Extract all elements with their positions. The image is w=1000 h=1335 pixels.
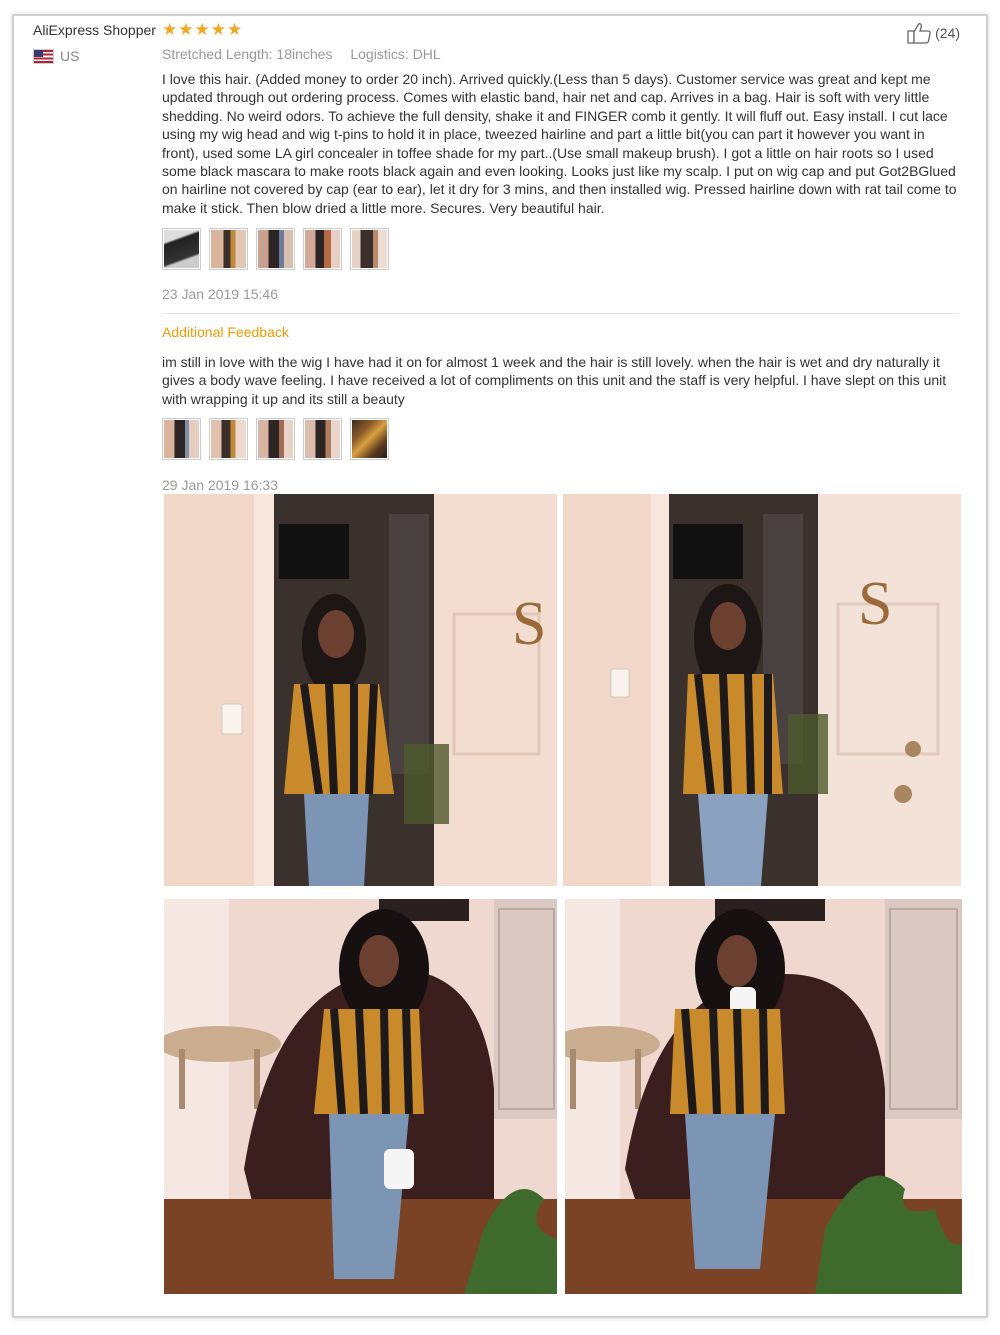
review-photo-large[interactable] bbox=[164, 899, 557, 1294]
review-photo-thumb[interactable] bbox=[162, 228, 201, 270]
review-photo-thumb[interactable] bbox=[303, 228, 342, 270]
review-photo-thumb[interactable] bbox=[350, 418, 389, 460]
additional-feedback-text: im still in love with the wig I have had… bbox=[162, 354, 947, 407]
order-attributes: Stretched Length: 18inches Logistics: DH… bbox=[162, 46, 455, 62]
thumbs-up-icon bbox=[907, 23, 931, 44]
star-icon: ★ bbox=[227, 20, 243, 39]
review-photo-thumb[interactable] bbox=[256, 228, 295, 270]
additional-feedback-heading: Additional Feedback bbox=[162, 324, 289, 340]
reviewer-name: AliExpress Shopper bbox=[33, 22, 156, 38]
additional-thumbnails bbox=[162, 418, 389, 460]
svg-text:S: S bbox=[512, 590, 546, 658]
review-photo-thumb[interactable] bbox=[162, 418, 201, 460]
helpful-button[interactable]: (24) bbox=[907, 22, 960, 44]
reviewer-country: US bbox=[33, 48, 79, 64]
review-photo-thumb[interactable] bbox=[303, 418, 342, 460]
review-text: I love this hair. (Added money to order … bbox=[162, 71, 957, 216]
review-date: 23 Jan 2019 15:46 bbox=[162, 286, 278, 302]
star-icon: ★ bbox=[178, 20, 194, 39]
review-photo-large[interactable]: S bbox=[164, 494, 557, 886]
svg-text:S: S bbox=[858, 570, 892, 638]
review-photo-thumb[interactable] bbox=[209, 228, 248, 270]
review-photo-large[interactable] bbox=[565, 899, 962, 1294]
review-photo-thumb[interactable] bbox=[350, 228, 389, 270]
additional-feedback-date: 29 Jan 2019 16:33 bbox=[162, 477, 278, 493]
review-photo-large[interactable]: S bbox=[563, 494, 961, 886]
country-label: US bbox=[60, 48, 80, 64]
star-rating: ★★★★★ bbox=[162, 20, 243, 40]
stretched-length: Stretched Length: 18inches bbox=[162, 46, 333, 62]
helpful-count: (24) bbox=[935, 25, 960, 41]
logistics: Logistics: DHL bbox=[350, 46, 441, 62]
review-photo-thumb[interactable] bbox=[256, 418, 295, 460]
review-photo-thumb[interactable] bbox=[209, 418, 248, 460]
star-icon: ★ bbox=[210, 20, 226, 39]
review-thumbnails bbox=[162, 228, 389, 270]
divider bbox=[162, 313, 959, 314]
star-icon: ★ bbox=[194, 20, 210, 39]
us-flag-icon bbox=[33, 48, 54, 64]
star-icon: ★ bbox=[162, 20, 178, 39]
